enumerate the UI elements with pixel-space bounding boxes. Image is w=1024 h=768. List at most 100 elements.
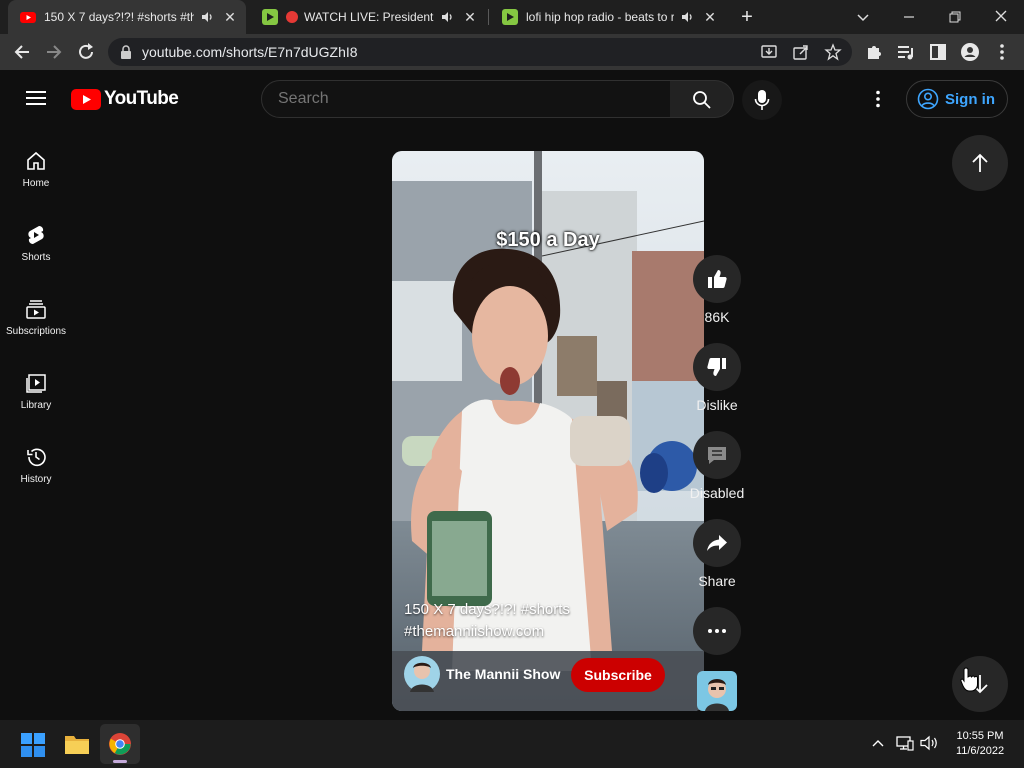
tab-title: WATCH LIVE: President Donald Trump bbox=[304, 10, 434, 24]
youtube-logo-text: YouTube bbox=[104, 88, 179, 109]
sidebar-item-label: Library bbox=[20, 400, 52, 411]
sidebar-item-history[interactable]: History bbox=[0, 432, 72, 506]
rumble-icon bbox=[502, 9, 518, 25]
network-icon[interactable] bbox=[896, 735, 914, 751]
short-title: 150 X 7 days?!?! #shorts #themanniishow.… bbox=[404, 601, 570, 640]
bookmark-star-icon[interactable] bbox=[824, 43, 842, 61]
rumble-icon bbox=[262, 9, 278, 25]
search-input[interactable] bbox=[278, 88, 638, 110]
share-button[interactable] bbox=[693, 519, 741, 567]
like-button[interactable] bbox=[693, 255, 741, 303]
comments-action[interactable]: Disabled bbox=[690, 431, 744, 501]
youtube-logo[interactable]: YouTube bbox=[71, 87, 179, 111]
settings-kebab-icon[interactable] bbox=[868, 89, 888, 109]
sidebar-item-label: Home bbox=[22, 178, 50, 189]
back-arrow-icon[interactable] bbox=[12, 42, 32, 62]
browser-menu-icon[interactable] bbox=[992, 42, 1012, 62]
chevron-up-icon[interactable] bbox=[871, 738, 885, 748]
browser-toolbar: youtube.com/shorts/E7n7dUGZhI8 bbox=[0, 34, 1024, 70]
share-action[interactable]: Share bbox=[693, 519, 741, 589]
comments-button[interactable] bbox=[693, 431, 741, 479]
search-icon bbox=[693, 91, 711, 109]
thumbs-up-icon bbox=[708, 270, 727, 288]
search-box[interactable] bbox=[261, 80, 671, 118]
sidebar-item-label: Subscriptions bbox=[5, 326, 67, 337]
extensions-puzzle-icon[interactable] bbox=[864, 42, 884, 62]
speaker-icon[interactable] bbox=[440, 9, 456, 25]
speaker-icon[interactable] bbox=[680, 9, 696, 25]
restore-icon[interactable] bbox=[947, 9, 963, 25]
browser-tab-youtube-short[interactable]: 150 X 7 days?!?! #shorts #themanniishow.… bbox=[8, 0, 246, 34]
active-app-indicator bbox=[113, 760, 127, 763]
address-bar[interactable]: youtube.com/shorts/E7n7dUGZhI8 bbox=[108, 38, 852, 66]
sound-thumbnail[interactable] bbox=[697, 671, 737, 711]
history-icon bbox=[27, 448, 46, 467]
install-app-icon[interactable] bbox=[760, 43, 778, 61]
like-count: 86K bbox=[704, 309, 730, 325]
short-video-player[interactable]: $150 a Day 150 X 7 days?!?! #shorts #the… bbox=[392, 151, 704, 711]
home-icon bbox=[27, 151, 45, 170]
lock-icon[interactable] bbox=[120, 45, 132, 59]
hand-cursor-icon bbox=[960, 667, 978, 692]
more-button[interactable] bbox=[693, 607, 741, 655]
youtube-icon bbox=[20, 12, 36, 23]
close-window-icon[interactable] bbox=[993, 8, 1009, 24]
sidebar-item-home[interactable]: Home bbox=[0, 136, 72, 210]
tab-separator bbox=[488, 9, 489, 25]
side-panel-icon[interactable] bbox=[928, 42, 948, 62]
subscribe-button[interactable]: Subscribe bbox=[571, 658, 665, 692]
dislike-action[interactable]: Dislike bbox=[693, 343, 741, 413]
new-tab-button[interactable]: + bbox=[737, 7, 757, 27]
forward-arrow-icon[interactable] bbox=[44, 42, 64, 62]
youtube-header: YouTube Sign in bbox=[0, 70, 1024, 128]
system-clock[interactable]: 10:55 PM 11/6/2022 bbox=[950, 729, 1010, 759]
share-page-icon[interactable] bbox=[792, 43, 810, 61]
more-horizontal-icon bbox=[708, 629, 726, 633]
volume-icon[interactable] bbox=[920, 735, 940, 751]
sidebar-item-label: History bbox=[20, 474, 52, 485]
tab-title: lofi hip hop radio - beats to relax/stud… bbox=[526, 10, 674, 24]
sidebar-item-shorts[interactable]: Shorts bbox=[0, 210, 72, 284]
like-action[interactable]: 86K bbox=[693, 255, 741, 325]
voice-search-button[interactable] bbox=[742, 80, 782, 120]
youtube-play-logo-icon bbox=[71, 88, 101, 110]
live-dot-icon bbox=[286, 11, 298, 23]
account-circle-icon bbox=[917, 88, 939, 110]
sign-in-button[interactable]: Sign in bbox=[906, 80, 1008, 118]
hamburger-menu-icon[interactable] bbox=[26, 90, 46, 106]
clock-time: 10:55 PM bbox=[956, 730, 1004, 742]
sign-in-label: Sign in bbox=[945, 90, 995, 108]
windows-start-icon[interactable] bbox=[21, 733, 45, 757]
sidebar-item-label: Shorts bbox=[21, 252, 51, 263]
close-tab-icon[interactable]: ✕ bbox=[702, 9, 718, 25]
thumbs-down-icon bbox=[707, 358, 726, 376]
search-button[interactable] bbox=[670, 80, 734, 118]
browser-tab-watch-live[interactable]: WATCH LIVE: President Donald Trump ✕ bbox=[250, 0, 486, 34]
previous-short-button[interactable] bbox=[952, 135, 1008, 191]
url-text: youtube.com/shorts/E7n7dUGZhI8 bbox=[142, 44, 358, 60]
sidebar-item-subscriptions[interactable]: Subscriptions bbox=[0, 284, 72, 358]
clock-date: 11/6/2022 bbox=[955, 745, 1005, 757]
file-explorer-icon[interactable] bbox=[64, 733, 90, 755]
browser-tab-lofi[interactable]: lofi hip hop radio - beats to relax/stud… bbox=[490, 0, 726, 34]
more-actions[interactable] bbox=[693, 607, 741, 655]
close-tab-icon[interactable]: ✕ bbox=[462, 9, 478, 25]
channel-avatar[interactable] bbox=[404, 656, 440, 692]
reload-icon[interactable] bbox=[76, 42, 96, 62]
profile-avatar-icon[interactable] bbox=[960, 42, 980, 62]
dislike-button[interactable] bbox=[693, 343, 741, 391]
tab-search-icon[interactable] bbox=[855, 9, 871, 25]
sidebar-item-library[interactable]: Library bbox=[0, 358, 72, 432]
tab-title: 150 X 7 days?!?! #shorts #themanniishow.… bbox=[44, 10, 194, 24]
channel-name[interactable]: The Mannii Show bbox=[446, 666, 560, 682]
microphone-icon bbox=[754, 90, 770, 110]
speaker-icon[interactable] bbox=[200, 9, 216, 25]
chrome-taskbar-button[interactable] bbox=[100, 724, 140, 764]
arrow-up-icon bbox=[972, 153, 988, 172]
shorts-icon bbox=[28, 225, 44, 245]
comments-label: Disabled bbox=[689, 485, 745, 501]
media-control-icon[interactable] bbox=[896, 42, 916, 62]
close-tab-icon[interactable]: ✕ bbox=[222, 9, 238, 25]
minimize-icon[interactable] bbox=[901, 9, 917, 25]
share-label: Share bbox=[698, 573, 736, 589]
